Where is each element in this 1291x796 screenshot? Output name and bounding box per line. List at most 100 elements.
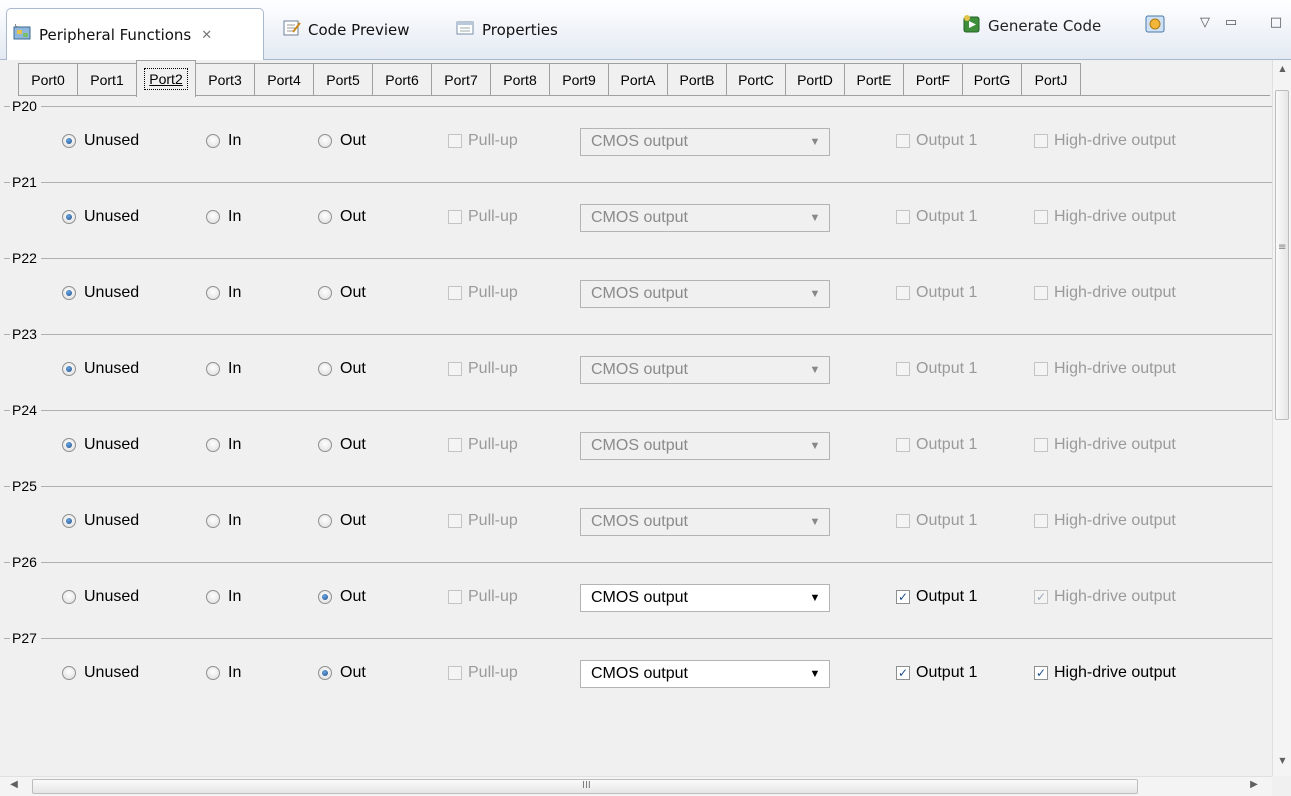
in-radio[interactable]: In	[206, 436, 241, 454]
output-type-select[interactable]: CMOS output ▼	[580, 204, 830, 232]
high-drive-checkbox[interactable]: High-drive output	[1034, 436, 1176, 454]
checkbox-label: Output 1	[916, 664, 978, 681]
close-icon[interactable]: ✕	[201, 28, 212, 43]
high-drive-checkbox[interactable]: High-drive output	[1034, 284, 1176, 302]
high-drive-checkbox[interactable]: ✓ High-drive output	[1034, 588, 1176, 606]
tab-portg[interactable]: PortG	[962, 63, 1022, 95]
output1-checkbox[interactable]: Output 1	[896, 208, 977, 226]
tab-porte[interactable]: PortE	[844, 63, 904, 95]
pullup-checkbox[interactable]: Pull-up	[448, 436, 518, 454]
unused-radio[interactable]: Unused	[62, 588, 139, 606]
high-drive-checkbox[interactable]: High-drive output	[1034, 360, 1176, 378]
output1-checkbox[interactable]: ✓ Output 1	[896, 664, 977, 682]
tab-peripheral-functions[interactable]: C Peripheral Functions ✕	[6, 8, 264, 61]
pullup-checkbox[interactable]: Pull-up	[448, 132, 518, 150]
tab-port9[interactable]: Port9	[549, 63, 609, 95]
unused-radio[interactable]: Unused	[62, 664, 139, 682]
output1-checkbox[interactable]: Output 1	[896, 360, 977, 378]
scroll-left-icon[interactable]: ◀	[4, 779, 24, 790]
checkbox-icon	[448, 590, 462, 604]
scroll-right-icon[interactable]: ▶	[1244, 779, 1264, 790]
vertical-scrollbar[interactable]: ▲ ≡ ▼	[1272, 60, 1291, 776]
in-radio[interactable]: In	[206, 512, 241, 530]
output1-checkbox[interactable]: Output 1	[896, 132, 977, 150]
tab-port7[interactable]: Port7	[431, 63, 491, 95]
tab-port3[interactable]: Port3	[195, 63, 255, 95]
pullup-checkbox[interactable]: Pull-up	[448, 284, 518, 302]
output-type-select[interactable]: CMOS output ▼	[580, 432, 830, 460]
radio-icon	[62, 210, 76, 224]
in-radio[interactable]: In	[206, 132, 241, 150]
unused-radio[interactable]: Unused	[62, 132, 139, 150]
pin-group-p24: P24 Unused In Out Pull-up CMOS output ▼ …	[0, 400, 1272, 476]
unused-radio[interactable]: Unused	[62, 284, 139, 302]
tab-portb[interactable]: PortB	[667, 63, 727, 95]
tab-portf[interactable]: PortF	[903, 63, 963, 95]
vertical-scroll-thumb[interactable]	[1275, 90, 1289, 420]
scroll-up-icon[interactable]: ▲	[1273, 64, 1291, 73]
high-drive-checkbox[interactable]: ✓ High-drive output	[1034, 664, 1176, 682]
tab-port2[interactable]: Port2	[136, 60, 196, 97]
tab-properties[interactable]: Properties	[456, 12, 558, 48]
tab-port6[interactable]: Port6	[372, 63, 432, 95]
scroll-down-icon[interactable]: ▼	[1273, 756, 1291, 765]
maximize-icon[interactable]: □	[1266, 14, 1286, 32]
output-type-select[interactable]: CMOS output ▼	[580, 128, 830, 156]
unused-radio[interactable]: Unused	[62, 512, 139, 530]
tab-portd[interactable]: PortD	[785, 63, 845, 95]
horizontal-scrollbar[interactable]: ◀ III ▶	[0, 776, 1272, 796]
out-radio[interactable]: Out	[318, 588, 366, 606]
pullup-checkbox[interactable]: Pull-up	[448, 360, 518, 378]
output-type-select[interactable]: CMOS output ▼	[580, 356, 830, 384]
tab-port1[interactable]: Port1	[77, 63, 137, 95]
window-view-button[interactable]	[1144, 14, 1166, 38]
output-type-select[interactable]: CMOS output ▼	[580, 508, 830, 536]
out-radio[interactable]: Out	[318, 208, 366, 226]
tab-port5[interactable]: Port5	[313, 63, 373, 95]
checkbox-label: Pull-up	[468, 436, 518, 453]
high-drive-checkbox[interactable]: High-drive output	[1034, 208, 1176, 226]
output1-checkbox[interactable]: Output 1	[896, 512, 977, 530]
out-radio[interactable]: Out	[318, 284, 366, 302]
unused-radio[interactable]: Unused	[62, 436, 139, 454]
output-type-select[interactable]: CMOS output ▼	[580, 660, 830, 688]
tab-portj[interactable]: PortJ	[1021, 63, 1081, 95]
tab-portc[interactable]: PortC	[726, 63, 786, 95]
in-radio[interactable]: In	[206, 360, 241, 378]
tab-port4[interactable]: Port4	[254, 63, 314, 95]
output1-checkbox[interactable]: Output 1	[896, 284, 977, 302]
pullup-checkbox[interactable]: Pull-up	[448, 512, 518, 530]
tab-code-preview[interactable]: Code Preview	[282, 12, 410, 48]
output1-checkbox[interactable]: ✓ Output 1	[896, 588, 977, 606]
tab-port0[interactable]: Port0	[18, 63, 78, 95]
minimize-icon[interactable]: ▭	[1222, 14, 1240, 32]
output-type-select[interactable]: CMOS output ▼	[580, 584, 830, 612]
pullup-checkbox[interactable]: Pull-up	[448, 208, 518, 226]
high-drive-checkbox[interactable]: High-drive output	[1034, 132, 1176, 150]
unused-radio[interactable]: Unused	[62, 360, 139, 378]
out-radio[interactable]: Out	[318, 664, 366, 682]
pullup-checkbox[interactable]: Pull-up	[448, 664, 518, 682]
unused-radio[interactable]: Unused	[62, 208, 139, 226]
tab-port8[interactable]: Port8	[490, 63, 550, 95]
group-border	[4, 334, 1272, 335]
out-radio[interactable]: Out	[318, 132, 366, 150]
radio-icon	[206, 362, 220, 376]
in-radio[interactable]: In	[206, 284, 241, 302]
tab-porta[interactable]: PortA	[608, 63, 668, 95]
pin-name: P24	[10, 400, 41, 420]
in-radio[interactable]: In	[206, 588, 241, 606]
in-radio[interactable]: In	[206, 208, 241, 226]
in-radio[interactable]: In	[206, 664, 241, 682]
view-menu-icon[interactable]: ▽	[1196, 14, 1214, 32]
output-type-select[interactable]: CMOS output ▼	[580, 280, 830, 308]
pullup-checkbox[interactable]: Pull-up	[448, 588, 518, 606]
generate-code-button[interactable]: Generate Code	[962, 14, 1101, 38]
tab-label: PortD	[797, 71, 833, 88]
output1-checkbox[interactable]: Output 1	[896, 436, 977, 454]
out-radio[interactable]: Out	[318, 512, 366, 530]
out-radio[interactable]: Out	[318, 436, 366, 454]
high-drive-checkbox[interactable]: High-drive output	[1034, 512, 1176, 530]
out-radio[interactable]: Out	[318, 360, 366, 378]
checkbox-label: High-drive output	[1054, 512, 1176, 529]
